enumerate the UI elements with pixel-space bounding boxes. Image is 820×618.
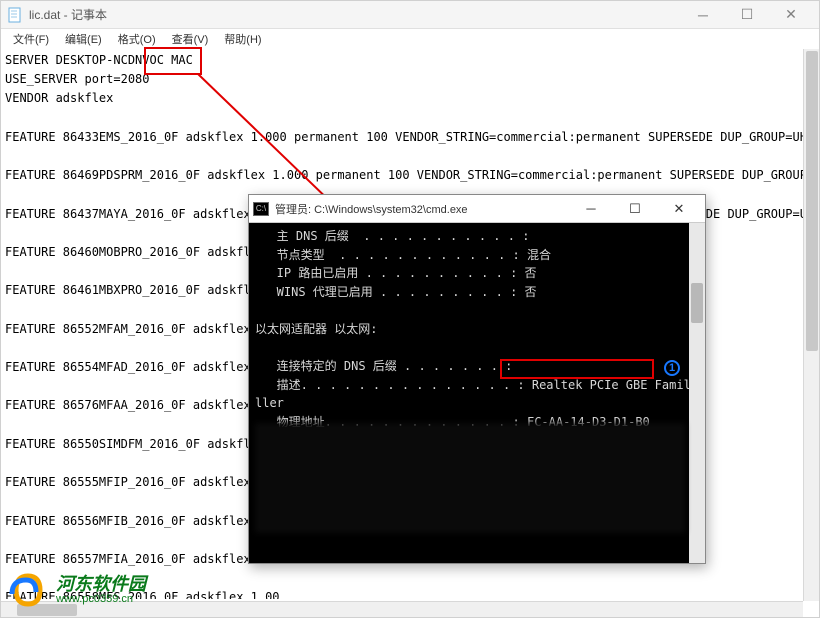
notepad-menubar: 文件(F) 编辑(E) 格式(O) 查看(V) 帮助(H) <box>1 29 819 49</box>
annotation-marker-label: 1 <box>669 362 675 374</box>
cmd-titlebar[interactable]: C:\ 管理员: C:\Windows\system32\cmd.exe ─ ☐… <box>249 195 705 223</box>
notepad-icon <box>7 7 23 23</box>
menu-file[interactable]: 文件(F) <box>5 29 57 49</box>
cmd-redacted-region <box>255 423 685 533</box>
notepad-titlebar[interactable]: lic.dat - 记事本 ─ ☐ ✕ <box>1 1 819 29</box>
scrollbar-thumb[interactable] <box>806 51 818 351</box>
cmd-title: 管理员: C:\Windows\system32\cmd.exe <box>275 201 569 217</box>
annotation-marker-1: 1 <box>664 360 680 376</box>
scrollbar-thumb[interactable] <box>17 604 77 616</box>
menu-format[interactable]: 格式(O) <box>110 29 164 49</box>
close-button[interactable]: ✕ <box>769 1 813 29</box>
cmd-close-button[interactable]: ✕ <box>657 195 701 223</box>
notepad-horizontal-scrollbar[interactable] <box>1 601 803 617</box>
menu-view[interactable]: 查看(V) <box>164 29 217 49</box>
menu-help[interactable]: 帮助(H) <box>216 29 269 49</box>
cmd-window: C:\ 管理员: C:\Windows\system32\cmd.exe ─ ☐… <box>248 194 706 564</box>
notepad-window-controls: ─ ☐ ✕ <box>681 1 813 29</box>
notepad-title: lic.dat - 记事本 <box>29 6 681 23</box>
scrollbar-thumb[interactable] <box>691 283 703 323</box>
minimize-button[interactable]: ─ <box>681 1 725 29</box>
maximize-button[interactable]: ☐ <box>725 1 769 29</box>
cmd-icon: C:\ <box>253 202 269 216</box>
cmd-minimize-button[interactable]: ─ <box>569 195 613 223</box>
notepad-vertical-scrollbar[interactable] <box>803 49 819 601</box>
cmd-maximize-button[interactable]: ☐ <box>613 195 657 223</box>
cmd-vertical-scrollbar[interactable] <box>689 223 705 563</box>
menu-edit[interactable]: 编辑(E) <box>57 29 110 49</box>
